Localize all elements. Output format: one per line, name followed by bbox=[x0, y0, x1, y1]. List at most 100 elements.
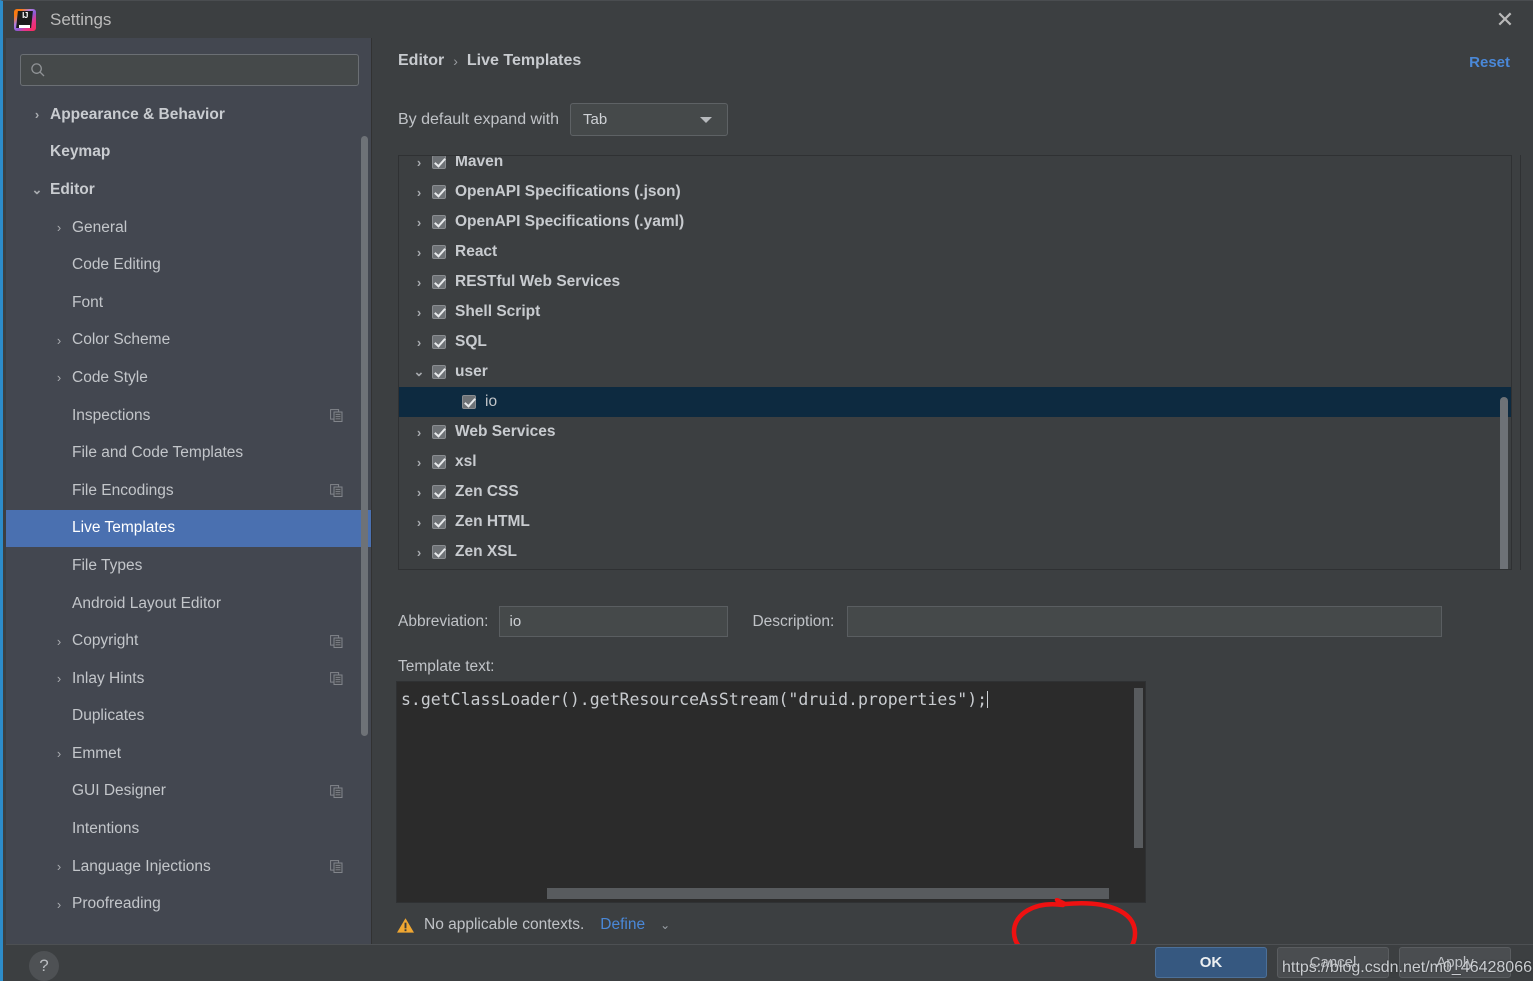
template-list-row[interactable]: › SQL bbox=[399, 327, 1511, 357]
sidebar-item-inlay-hints[interactable]: › Inlay Hints bbox=[6, 660, 371, 698]
sidebar-item-duplicates[interactable]: ›Duplicates bbox=[6, 698, 371, 736]
template-checkbox[interactable] bbox=[432, 455, 446, 469]
template-checkbox[interactable] bbox=[432, 515, 446, 529]
sidebar-item-proofreading[interactable]: › Proofreading bbox=[6, 885, 371, 923]
chevron-right-icon[interactable]: › bbox=[411, 215, 427, 230]
template-list-row[interactable]: › xsl bbox=[399, 447, 1511, 477]
template-list-row[interactable]: › Zen CSS bbox=[399, 477, 1511, 507]
template-checkbox[interactable] bbox=[432, 545, 446, 559]
template-list-row[interactable]: › RESTful Web Services bbox=[399, 267, 1511, 297]
sidebar-item-file-and-code-templates[interactable]: ›File and Code Templates bbox=[6, 434, 371, 472]
sidebar-scrollbar[interactable] bbox=[361, 136, 368, 736]
sidebar-item-live-templates[interactable]: ›Live Templates bbox=[6, 509, 371, 548]
sidebar-item-keymap[interactable]: ›Keymap bbox=[6, 134, 371, 172]
search-box[interactable] bbox=[20, 54, 359, 86]
chevron-right-icon[interactable]: › bbox=[411, 185, 427, 200]
template-list-row[interactable]: › Zen XSL bbox=[399, 537, 1511, 567]
sidebar-item-code-editing[interactable]: ›Code Editing bbox=[6, 246, 371, 284]
template-list-row[interactable]: › React bbox=[399, 237, 1511, 267]
chevron-right-icon[interactable]: › bbox=[411, 545, 427, 560]
breadcrumb-parent[interactable]: Editor bbox=[398, 52, 444, 70]
template-checkbox[interactable] bbox=[432, 305, 446, 319]
template-checkbox[interactable] bbox=[432, 485, 446, 499]
template-checkbox[interactable] bbox=[432, 215, 446, 229]
define-chevron-down-icon[interactable]: ⌄ bbox=[660, 918, 670, 932]
define-link[interactable]: Define bbox=[600, 916, 645, 934]
description-input[interactable] bbox=[847, 606, 1443, 637]
chevron-down-icon[interactable]: ⌄ bbox=[28, 183, 46, 196]
duplicate-template-button[interactable] bbox=[1521, 233, 1533, 272]
template-checkbox[interactable] bbox=[432, 425, 446, 439]
revert-template-button[interactable] bbox=[1521, 272, 1533, 311]
sidebar-item-general[interactable]: › General bbox=[6, 209, 371, 247]
chevron-right-icon[interactable]: › bbox=[411, 275, 427, 290]
template-list-scrollbar[interactable] bbox=[1500, 397, 1508, 569]
chevron-right-icon[interactable]: › bbox=[28, 108, 46, 121]
template-checkbox[interactable] bbox=[432, 156, 446, 169]
chevron-right-icon[interactable]: › bbox=[50, 334, 68, 347]
chevron-right-icon[interactable]: › bbox=[50, 371, 68, 384]
search-input[interactable] bbox=[53, 62, 349, 78]
help-button[interactable]: ? bbox=[29, 951, 59, 981]
chevron-right-icon[interactable]: › bbox=[411, 335, 427, 350]
chevron-right-icon[interactable]: › bbox=[50, 898, 68, 911]
chevron-right-icon[interactable]: › bbox=[411, 425, 427, 440]
template-checkbox[interactable] bbox=[462, 395, 476, 409]
chevron-right-icon[interactable]: › bbox=[50, 860, 68, 873]
main-panel: Editor › Live Templates Reset By default… bbox=[373, 38, 1533, 967]
template-checkbox[interactable] bbox=[432, 245, 446, 259]
sidebar-item-label: Intentions bbox=[72, 820, 140, 838]
template-checkbox[interactable] bbox=[432, 185, 446, 199]
sidebar-item-android-layout-editor[interactable]: ›Android Layout Editor bbox=[6, 585, 371, 623]
sidebar-item-emmet[interactable]: › Emmet bbox=[6, 735, 371, 773]
template-text-editor[interactable]: s.getClassLoader().getResourceAsStream("… bbox=[396, 681, 1146, 903]
template-list-row[interactable]: › OpenAPI Specifications (.json) bbox=[399, 177, 1511, 207]
abbreviation-input[interactable] bbox=[499, 606, 729, 637]
template-list-row[interactable]: › OpenAPI Specifications (.yaml) bbox=[399, 207, 1511, 237]
template-checkbox[interactable] bbox=[432, 335, 446, 349]
sidebar-item-inspections[interactable]: ›Inspections bbox=[6, 397, 371, 435]
sidebar-item-language-injections[interactable]: › Language Injections bbox=[6, 848, 371, 886]
chevron-right-icon[interactable]: › bbox=[411, 515, 427, 530]
sidebar-item-code-style[interactable]: › Code Style bbox=[6, 359, 371, 397]
chevron-right-icon[interactable]: › bbox=[411, 305, 427, 320]
chevron-right-icon[interactable]: › bbox=[50, 672, 68, 685]
sidebar-item-copyright[interactable]: › Copyright bbox=[6, 622, 371, 660]
copyable-settings-icon bbox=[330, 672, 343, 686]
default-expand-dropdown[interactable]: Tab bbox=[570, 103, 728, 136]
template-checkbox[interactable] bbox=[432, 365, 446, 379]
sidebar-item-color-scheme[interactable]: › Color Scheme bbox=[6, 322, 371, 360]
chevron-down-icon[interactable]: ⌄ bbox=[411, 364, 427, 380]
template-list-row[interactable]: › Zen HTML bbox=[399, 507, 1511, 537]
template-list-row[interactable]: › Web Services bbox=[399, 417, 1511, 447]
sidebar-item-label: Duplicates bbox=[72, 707, 145, 725]
sidebar-item-appearance-behavior[interactable]: › Appearance & Behavior bbox=[6, 96, 371, 134]
chevron-right-icon[interactable]: › bbox=[50, 747, 68, 760]
chevron-right-icon[interactable]: › bbox=[50, 221, 68, 234]
template-checkbox[interactable] bbox=[432, 275, 446, 289]
remove-template-button[interactable] bbox=[1521, 194, 1533, 233]
template-list-row[interactable]: ⌄ user bbox=[399, 357, 1511, 387]
sidebar-item-font[interactable]: ›Font bbox=[6, 284, 371, 322]
chevron-right-icon[interactable]: › bbox=[411, 245, 427, 260]
chevron-right-icon[interactable]: › bbox=[411, 455, 427, 470]
sidebar-item-file-encodings[interactable]: ›File Encodings bbox=[6, 472, 371, 510]
reset-link[interactable]: Reset bbox=[1469, 54, 1510, 71]
sidebar-item-editor[interactable]: ⌄ Editor bbox=[6, 171, 371, 209]
chevron-right-icon[interactable]: › bbox=[411, 485, 427, 500]
template-text-vscrollbar[interactable] bbox=[1134, 688, 1143, 848]
sidebar-item-gui-designer[interactable]: ›GUI Designer bbox=[6, 773, 371, 811]
sidebar-item-label: Editor bbox=[50, 180, 95, 198]
template-list-row[interactable]: › Maven bbox=[399, 156, 1511, 177]
template-text-hscrollbar[interactable] bbox=[547, 888, 1109, 899]
chevron-right-icon[interactable]: › bbox=[411, 156, 427, 170]
ok-button[interactable]: OK bbox=[1155, 947, 1267, 978]
chevron-right-icon[interactable]: › bbox=[50, 635, 68, 648]
template-list-row[interactable]: › Shell Script bbox=[399, 297, 1511, 327]
sidebar-item-file-types[interactable]: ›File Types bbox=[6, 547, 371, 585]
template-list[interactable]: › Maven › OpenAPI Specifications (.json) › Op… bbox=[398, 155, 1512, 570]
sidebar-item-intentions[interactable]: ›Intentions bbox=[6, 810, 371, 848]
template-list-row[interactable]: io bbox=[399, 387, 1511, 417]
add-template-button[interactable] bbox=[1521, 155, 1533, 194]
close-icon[interactable]: ✕ bbox=[1490, 6, 1520, 34]
